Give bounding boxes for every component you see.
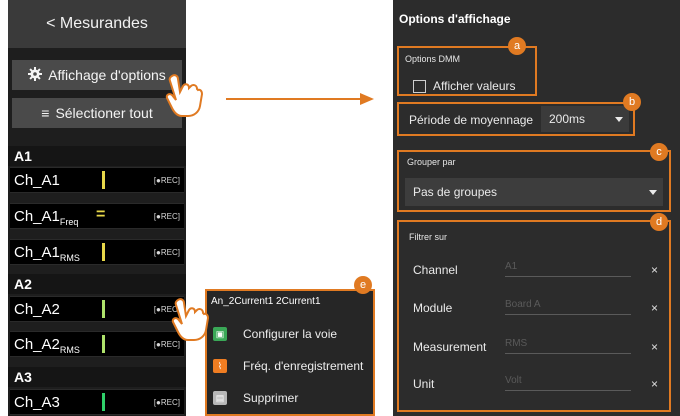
filter-channel-input[interactable]: A1: [505, 261, 631, 277]
group-a3: A3: [8, 367, 186, 387]
measurands-panel: < Mesurandes Affichage d'options ≡ Sélec…: [8, 0, 186, 416]
channel-name: Ch_A1Freq: [14, 208, 79, 227]
channel-color-bar: [102, 243, 105, 261]
badge-a: a: [508, 37, 526, 55]
filter-measurement-input[interactable]: RMS: [505, 338, 631, 354]
hand-pointer-icon: [165, 74, 204, 117]
clear-unit-icon[interactable]: ×: [651, 377, 658, 391]
hand-pointer-icon: [171, 298, 210, 341]
checklist-icon: ≡: [41, 105, 50, 121]
select-all-label: Sélectioner tout: [55, 105, 153, 121]
badge-e: e: [354, 276, 372, 294]
record-frequency-label: Fréq. d'enregistrement: [243, 359, 364, 373]
chevron-down-icon: [615, 117, 623, 122]
configure-icon: ▣: [213, 327, 227, 341]
channel-color-bar: [102, 171, 105, 189]
channel-color-bar: [102, 300, 105, 318]
context-menu-title: An_2Current1 2Current1: [211, 296, 321, 307]
channel-context-menu: An_2Current1 2Current1 ▣ Configurer la v…: [205, 289, 375, 416]
show-values-label: Afficher valeurs: [433, 79, 516, 93]
averaging-period-select[interactable]: 200ms: [541, 106, 629, 132]
clear-module-icon[interactable]: ×: [651, 301, 658, 315]
channel-row[interactable]: Ch_A3 [●REC]: [10, 389, 184, 415]
badge-d: d: [650, 213, 668, 231]
clear-channel-icon[interactable]: ×: [651, 263, 658, 277]
channel-row[interactable]: Ch_A2 [●REC]: [10, 296, 184, 322]
group-by-value: Pas de groupes: [413, 185, 498, 199]
group-a1: A1: [8, 146, 186, 166]
filter-unit-label: Unit: [413, 377, 435, 391]
group-by-select[interactable]: Pas de groupes: [405, 178, 663, 206]
channel-name: Ch_A2: [14, 301, 60, 318]
group-by-label: Grouper par: [407, 157, 456, 167]
configure-channel-label: Configurer la voie: [243, 327, 338, 341]
channel-name: Ch_A2RMS: [14, 336, 80, 355]
frequency-icon: ⌇: [213, 359, 227, 373]
display-options-panel: Options d'affichage Options DMM Afficher…: [393, 0, 680, 416]
arrow-icon: [226, 93, 374, 105]
measurands-title: < Mesurandes: [46, 15, 148, 32]
filter-module-input[interactable]: Board A: [505, 299, 631, 315]
delete-item[interactable]: ▤ Supprimer: [213, 387, 373, 409]
delete-label: Supprimer: [243, 391, 299, 405]
record-indicator[interactable]: [●REC]: [154, 212, 180, 221]
channel-row[interactable]: Ch_A1RMS [●REC]: [10, 239, 184, 265]
filter-unit-input[interactable]: Volt: [505, 375, 631, 391]
filter-label: Filtrer sur: [409, 232, 447, 242]
dmm-section-label: Options DMM: [405, 54, 461, 64]
record-indicator[interactable]: [●REC]: [154, 248, 180, 257]
averaging-period-label: Période de moyennage: [409, 113, 534, 127]
badge-c: c: [650, 143, 668, 161]
channel-name: Ch_A1RMS: [14, 244, 80, 263]
filter-module-label: Module: [413, 301, 453, 315]
channel-color-bar: [102, 393, 105, 411]
record-indicator[interactable]: [●REC]: [154, 176, 180, 185]
badge-b: b: [623, 93, 641, 111]
channel-row[interactable]: Ch_A1Freq = [●REC]: [10, 203, 184, 229]
channel-name: Ch_A3: [14, 394, 60, 411]
configure-channel-item[interactable]: ▣ Configurer la voie: [213, 323, 373, 345]
filter-channel-label: Channel: [413, 263, 458, 277]
channel-row[interactable]: Ch_A2RMS [●REC]: [10, 331, 184, 357]
select-all-button[interactable]: ≡ Sélectioner tout: [12, 98, 182, 128]
display-options-label: Affichage d'options: [48, 67, 166, 83]
averaging-period-value: 200ms: [549, 112, 586, 126]
record-frequency-item[interactable]: ⌇ Fréq. d'enregistrement: [213, 355, 373, 377]
channel-color-bar: [102, 335, 105, 353]
delete-icon: ▤: [213, 391, 227, 405]
panel-title: Options d'affichage: [399, 12, 511, 26]
frequency-marker-icon: =: [96, 206, 106, 223]
gear-icon: [28, 66, 43, 84]
channel-name: Ch_A1: [14, 172, 60, 189]
clear-measurement-icon[interactable]: ×: [651, 340, 658, 354]
filter-measurement-label: Measurement: [413, 340, 487, 354]
channel-row[interactable]: Ch_A1 [●REC]: [10, 167, 184, 193]
measurands-header[interactable]: < Mesurandes: [8, 0, 186, 48]
display-options-button[interactable]: Affichage d'options: [12, 60, 182, 90]
chevron-down-icon: [649, 190, 657, 195]
show-values-checkbox[interactable]: [413, 80, 426, 93]
record-indicator[interactable]: [●REC]: [154, 398, 180, 407]
group-a2: A2: [8, 274, 186, 294]
